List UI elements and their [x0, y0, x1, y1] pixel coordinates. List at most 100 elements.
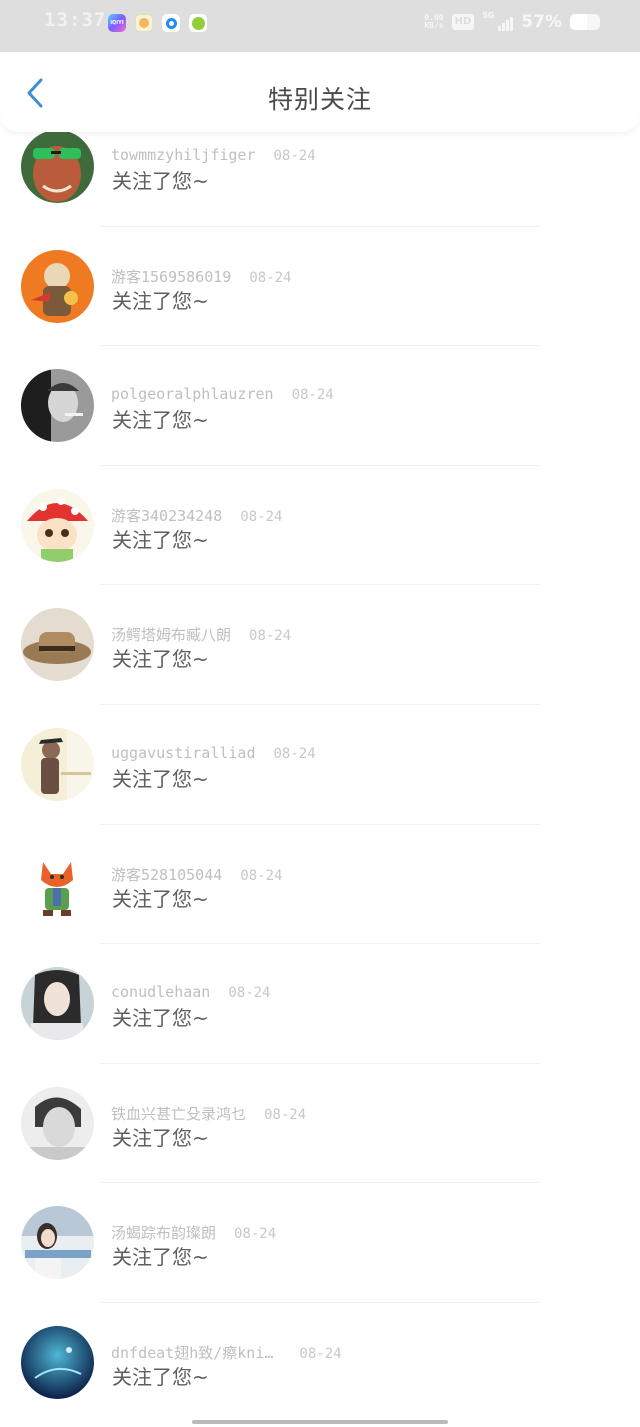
username[interactable]: 汤蝎踪布韵璨朗: [111, 1222, 216, 1243]
row-header: 游客528105044 08-24: [111, 864, 282, 885]
status-indicators: 0.00 KB/s HD 5G 57%: [424, 11, 600, 32]
avatar[interactable]: [21, 249, 94, 323]
avatar-image: [21, 249, 94, 323]
avatar[interactable]: [21, 488, 94, 562]
username[interactable]: 游客1569586019: [111, 266, 231, 287]
network-type: 5G: [482, 11, 495, 20]
row-header: 汤鳄塔姆布臧八朗 08-24: [111, 624, 291, 645]
follow-date: 08-24: [240, 508, 283, 525]
follow-message: 关注了您~: [112, 408, 209, 433]
list-item[interactable]: towmmzyhiljfiger 08-24 关注了您~: [0, 132, 640, 252]
avatar[interactable]: [21, 727, 94, 801]
battery-percent: 57%: [521, 12, 562, 32]
avatar-image: [21, 967, 94, 1041]
row-header: conudlehaan 08-24: [111, 983, 271, 1001]
page-title: 特别关注: [267, 85, 372, 114]
follow-message: 关注了您~: [112, 1125, 209, 1150]
divider: [100, 584, 540, 586]
hd-icon: HD: [451, 14, 475, 30]
avatar[interactable]: [21, 967, 94, 1041]
avatar-image: [21, 132, 94, 203]
iqiyi-icon-label: iQIYI: [110, 20, 124, 26]
network-speed: 0.00 KB/s: [424, 14, 443, 30]
iqiyi-icon: iQIYI: [108, 14, 126, 32]
avatar[interactable]: [21, 847, 94, 921]
list-item[interactable]: 游客528105044 08-24 关注了您~: [0, 847, 640, 970]
row-header: 铁血兴甚亡殳录鸿乜 08-24: [111, 1103, 306, 1124]
avatar[interactable]: [21, 1325, 94, 1399]
username[interactable]: conudlehaan: [111, 983, 210, 1001]
follow-message: 关注了您~: [112, 169, 209, 193]
avatar-image: [21, 608, 94, 682]
divider: [100, 1062, 540, 1064]
follow-date: 08-24: [264, 1106, 307, 1123]
navigation-bar: 特别关注: [0, 52, 640, 132]
username[interactable]: 游客528105044: [111, 864, 222, 885]
follow-message: 关注了您~: [112, 1245, 209, 1270]
home-indicator[interactable]: [192, 1420, 448, 1424]
follow-message: 关注了您~: [112, 1364, 209, 1389]
follow-message: 关注了您~: [112, 766, 209, 791]
follow-date: 08-24: [234, 1226, 277, 1243]
browser-icon: [162, 14, 180, 32]
username[interactable]: 铁血兴甚亡殳录鸿乜: [111, 1103, 246, 1124]
avatar[interactable]: [21, 132, 94, 203]
avatar[interactable]: [21, 608, 94, 682]
list-item[interactable]: 汤鳄塔姆布臧八朗 08-24 关注了您~: [0, 608, 640, 730]
follow-message: 关注了您~: [112, 288, 209, 313]
username[interactable]: 汤鳄塔姆布臧八朗: [111, 624, 231, 645]
divider: [100, 1301, 540, 1303]
follower-list[interactable]: towmmzyhiljfiger 08-24 关注了您~ 游客156958601…: [0, 132, 640, 1422]
username[interactable]: dnfdeat翅h致/瘵kni…: [111, 1342, 273, 1363]
divider: [100, 225, 540, 227]
follow-date: 08-24: [299, 1345, 342, 1362]
row-header: 游客340234248 08-24: [111, 505, 282, 526]
avatar[interactable]: [21, 1086, 94, 1160]
avatar-image: [21, 1325, 94, 1399]
avatar-image: [21, 488, 94, 562]
username[interactable]: polgeoralphlauzren: [111, 385, 274, 403]
list-item[interactable]: conudlehaan 08-24 关注了您~: [0, 967, 640, 1089]
divider: [100, 823, 540, 825]
follow-message: 关注了您~: [112, 886, 209, 911]
network-speed-unit: KB/s: [424, 21, 444, 30]
row-header: 汤蝎踪布韵璨朗 08-24: [111, 1222, 276, 1243]
status-time: 13:37: [44, 9, 107, 31]
username[interactable]: uggavustiralliad: [111, 744, 256, 762]
status-bar: 13:37 iQIYI 0.00 KB/s HD 5G 57%: [0, 0, 640, 52]
list-item[interactable]: 汤蝎踪布韵璨朗 08-24 关注了您~: [0, 1206, 640, 1328]
avatar[interactable]: [21, 1206, 94, 1280]
follow-date: 08-24: [291, 387, 334, 404]
avatar-image: [21, 369, 94, 443]
fruit-app-icon: [189, 14, 207, 32]
divider: [100, 1182, 540, 1184]
row-header: dnfdeat翅h致/瘵kni… 08-24: [111, 1342, 342, 1363]
list-item[interactable]: 游客1569586019 08-24 关注了您~: [0, 249, 640, 372]
follow-date: 08-24: [249, 628, 292, 645]
username[interactable]: towmmzyhiljfiger: [111, 146, 256, 164]
row-header: towmmzyhiljfiger 08-24: [111, 146, 316, 164]
avatar-image: [21, 1086, 94, 1160]
list-item[interactable]: uggavustiralliad 08-24 关注了您~: [0, 727, 640, 850]
baby-app-icon: [135, 14, 153, 32]
follow-date: 08-24: [240, 867, 283, 884]
row-header: polgeoralphlauzren 08-24: [111, 385, 334, 403]
follow-message: 关注了您~: [112, 647, 209, 672]
battery-icon: [570, 14, 600, 30]
avatar-image: [21, 727, 94, 801]
list-item[interactable]: 铁血兴甚亡殳录鸿乜 08-24 关注了您~: [0, 1086, 640, 1209]
row-header: uggavustiralliad 08-24: [111, 744, 316, 762]
list-item[interactable]: dnfdeat翅h致/瘵kni… 08-24 关注了您~: [0, 1325, 640, 1422]
signal-icon: 5G: [482, 11, 514, 31]
divider: [100, 943, 540, 945]
follow-date: 08-24: [273, 148, 316, 164]
avatar-image: [21, 847, 94, 921]
username[interactable]: 游客340234248: [111, 505, 222, 526]
list-item[interactable]: 游客340234248 08-24 关注了您~: [0, 488, 640, 611]
list-item[interactable]: polgeoralphlauzren 08-24 关注了您~: [0, 369, 640, 491]
notification-icons: iQIYI: [108, 14, 207, 32]
follow-message: 关注了您~: [112, 527, 209, 552]
divider: [100, 703, 540, 705]
avatar[interactable]: [21, 369, 94, 443]
row-header: 游客1569586019 08-24: [111, 266, 291, 287]
